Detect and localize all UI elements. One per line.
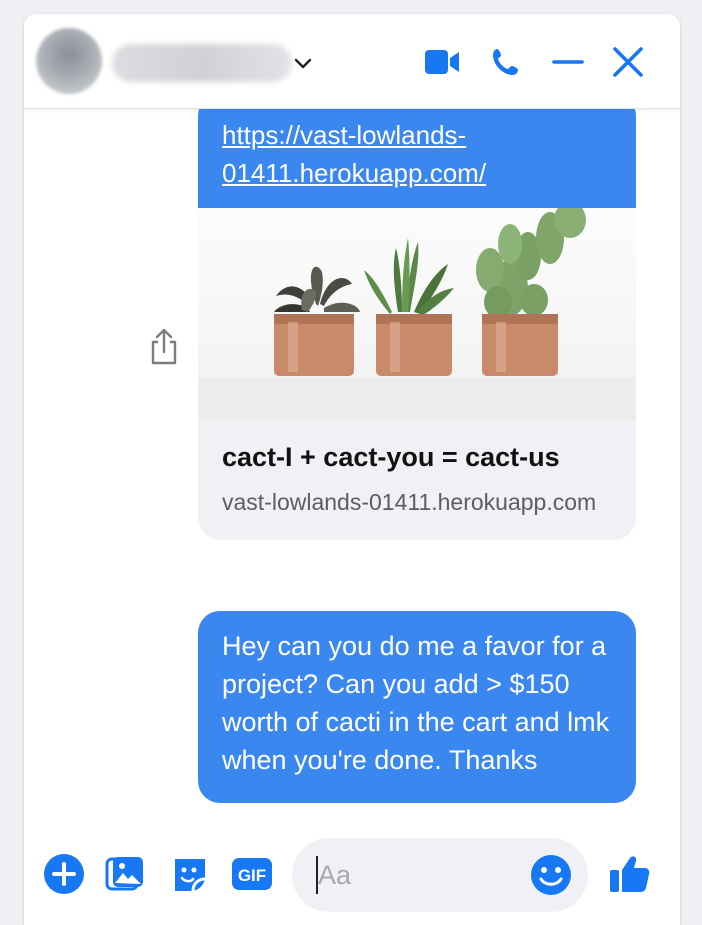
chat-window: https://vast-lowlands- 01411.herokuapp.c… <box>24 14 680 925</box>
message-input[interactable]: Aa <box>292 838 588 912</box>
add-icon[interactable] <box>42 852 86 896</box>
cactus-pot-middle <box>364 238 454 376</box>
cactus-pot-right <box>476 208 586 376</box>
link-url-line1[interactable]: https://vast-lowlands- <box>222 116 612 154</box>
link-preview-title[interactable]: cact-I + cact-you = cact-us <box>222 438 612 476</box>
composer-bar: GIF Aa <box>24 818 680 925</box>
gif-icon[interactable]: GIF <box>230 852 274 896</box>
link-preview-domain[interactable]: vast-lowlands-01411.herokuapp.com <box>222 486 612 518</box>
video-call-icon[interactable] <box>424 44 460 80</box>
chevron-down-icon[interactable] <box>292 52 314 74</box>
message-text: Hey can you do me a favor for a project?… <box>222 631 610 775</box>
link-url-section[interactable]: https://vast-lowlands- 01411.herokuapp.c… <box>198 108 636 208</box>
minimize-icon[interactable] <box>550 44 586 80</box>
link-preview-message[interactable]: https://vast-lowlands- 01411.herokuapp.c… <box>198 108 636 540</box>
like-icon[interactable] <box>608 852 652 896</box>
emoji-icon[interactable] <box>530 854 572 896</box>
photo-icon[interactable] <box>102 852 146 896</box>
gif-label: GIF <box>238 866 266 885</box>
close-icon[interactable] <box>610 44 646 80</box>
link-preview-image[interactable] <box>198 208 636 420</box>
contact-name[interactable] <box>112 44 292 82</box>
text-message[interactable]: Hey can you do me a favor for a project?… <box>198 611 636 803</box>
share-icon[interactable] <box>146 326 182 366</box>
cactus-pot-left <box>274 266 360 376</box>
chat-header <box>24 14 680 109</box>
message-list[interactable]: https://vast-lowlands- 01411.herokuapp.c… <box>24 108 680 818</box>
link-url-line2[interactable]: 01411.herokuapp.com/ <box>222 154 612 192</box>
sticker-icon[interactable] <box>168 852 212 896</box>
link-meta[interactable]: cact-I + cact-you = cact-us vast-lowland… <box>198 420 636 540</box>
phone-call-icon[interactable] <box>488 44 524 80</box>
contact-avatar[interactable] <box>36 28 102 94</box>
message-input-placeholder: Aa <box>318 860 352 890</box>
